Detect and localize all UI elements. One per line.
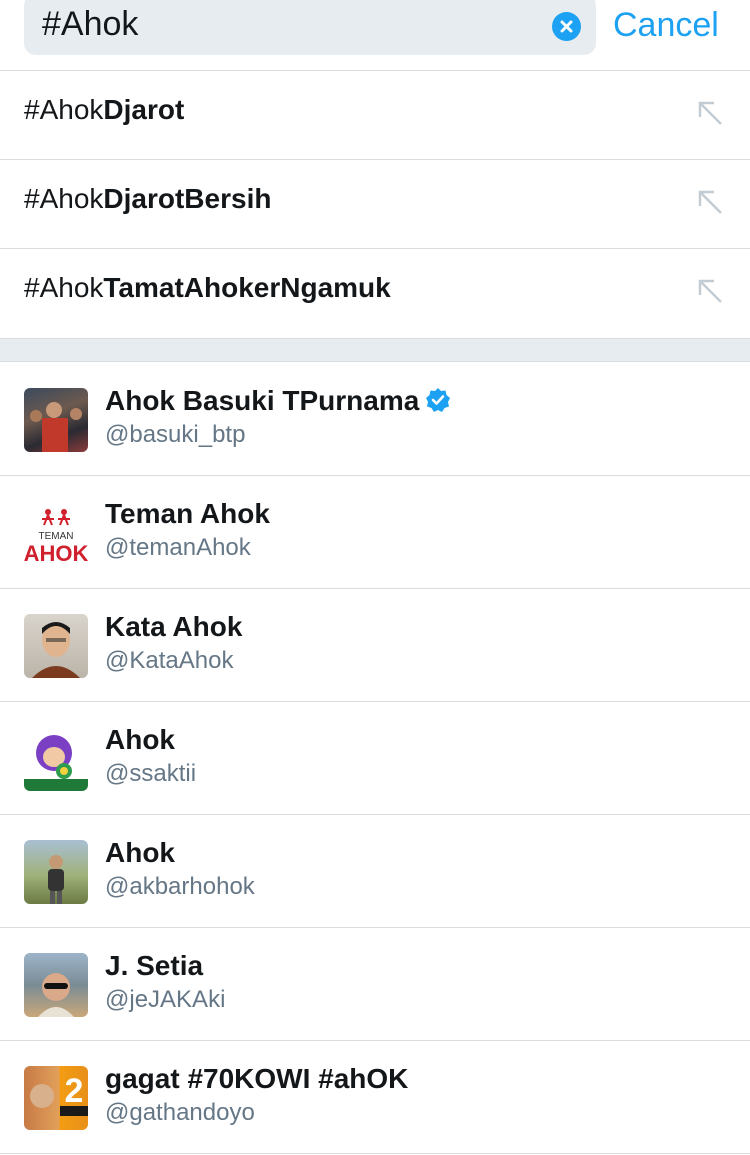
user-result[interactable]: Ahok @akbarhohok (0, 815, 750, 928)
avatar: TEMAN AHOK (24, 501, 88, 565)
search-input[interactable]: #Ahok (24, 0, 596, 55)
teman-ahok-logo: TEMAN AHOK (24, 509, 88, 565)
user-result[interactable]: 2 gagat #70KOWI #ahOK @gathandoyo (0, 1041, 750, 1154)
section-separator (0, 338, 750, 362)
fill-query-arrow-icon[interactable] (696, 277, 726, 307)
svg-text:2: 2 (65, 1072, 84, 1110)
avatar (24, 727, 88, 791)
user-name: Teman Ahok (105, 498, 270, 529)
avatar (24, 614, 88, 678)
suggestion-label: #AhokDjarot (24, 94, 185, 125)
user-result[interactable]: J. Setia @jeJAKAki (0, 928, 750, 1041)
divider (0, 1153, 750, 1154)
search-header: #Ahok Cancel (0, 0, 750, 70)
user-handle: @akbarhohok (105, 873, 255, 900)
user-handle: @basuki_btp (105, 421, 246, 448)
avatar (24, 953, 88, 1017)
hashtag-suggestion[interactable]: #AhokDjarot (0, 71, 750, 160)
clear-search-icon[interactable] (552, 12, 581, 41)
avatar: 2 (24, 1066, 88, 1130)
user-result[interactable]: Ahok Basuki TPurnama @basuki_btp (0, 363, 750, 476)
user-result[interactable]: TEMAN AHOK Teman Ahok @temanAhok (0, 476, 750, 589)
suggestion-label: #AhokTamatAhokerNgamuk (24, 272, 391, 303)
user-handle: @temanAhok (105, 534, 251, 561)
cancel-button[interactable]: Cancel (613, 6, 719, 45)
user-name: Ahok (105, 724, 175, 755)
user-name: gagat #70KOWI #ahOK (105, 1063, 409, 1094)
user-handle: @jeJAKAki (105, 986, 226, 1013)
hashtag-suggestion[interactable]: #AhokTamatAhokerNgamuk (0, 249, 750, 338)
user-handle: @ssaktii (105, 760, 197, 787)
avatar (24, 388, 88, 452)
avatar (24, 840, 88, 904)
user-handle: @KataAhok (105, 647, 234, 674)
svg-text:AHOK: AHOK (24, 541, 88, 565)
user-result[interactable]: Ahok @ssaktii (0, 702, 750, 815)
user-name: Kata Ahok (105, 611, 243, 642)
verified-badge-icon (426, 388, 451, 412)
user-name: J. Setia (105, 950, 204, 981)
user-result[interactable]: Kata Ahok @KataAhok (0, 589, 750, 702)
search-query[interactable]: #Ahok (42, 5, 138, 44)
fill-query-arrow-icon[interactable] (696, 188, 726, 218)
suggestion-label: #AhokDjarotBersih (24, 183, 272, 214)
hashtag-suggestion[interactable]: #AhokDjarotBersih (0, 160, 750, 249)
user-name: Ahok (105, 837, 175, 868)
user-name: Ahok Basuki TPurnama (105, 385, 451, 417)
fill-query-arrow-icon[interactable] (696, 99, 726, 129)
user-handle: @gathandoyo (105, 1099, 255, 1126)
